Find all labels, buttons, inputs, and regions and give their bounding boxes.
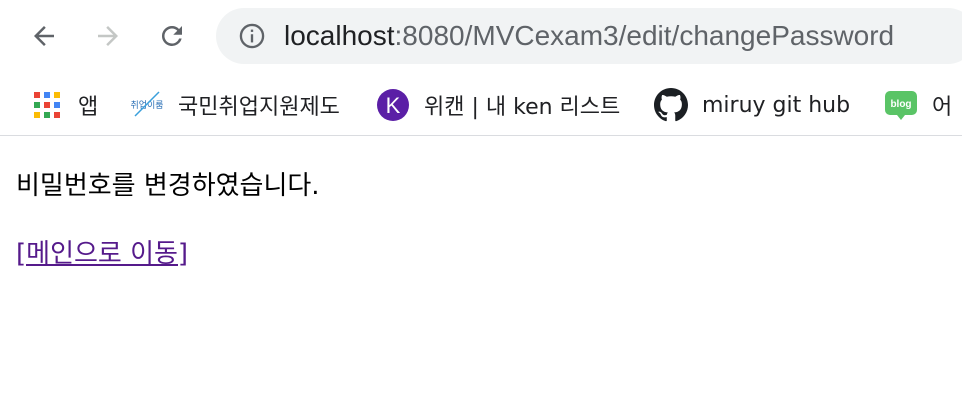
employment-logo-text: 취업이룸 bbox=[131, 100, 163, 111]
password-changed-message: 비밀번호를 변경하였습니다. bbox=[16, 171, 320, 201]
bookmark-blog[interactable]: blog 어 bbox=[884, 88, 952, 122]
bookmark-label: 앱 bbox=[78, 95, 99, 120]
arrow-left-icon bbox=[34, 26, 54, 46]
blog-icon: blog bbox=[884, 88, 918, 122]
github-icon bbox=[654, 88, 688, 122]
employment-logo-icon: 취업이룸 bbox=[130, 88, 164, 122]
apps-grid-icon bbox=[30, 88, 64, 122]
bookmark-label: 국민취업지원제도 bbox=[178, 95, 340, 120]
page-content: 비밀번호를 변경하였습니다. [메인으로 이동] bbox=[16, 166, 320, 272]
back-button[interactable] bbox=[24, 16, 64, 56]
k-logo-text: K bbox=[386, 93, 401, 118]
browser-toolbar: localhost:8080/MVCexam3/edit/changePassw… bbox=[0, 0, 962, 74]
address-bar[interactable]: localhost:8080/MVCexam3/edit/changePassw… bbox=[216, 8, 962, 64]
k-logo-icon: K bbox=[376, 88, 410, 122]
bookmark-label: 어 bbox=[932, 95, 953, 120]
bookmark-employment-support[interactable]: 취업이룸 국민취업지원제도 bbox=[130, 88, 340, 122]
arrow-right-icon bbox=[98, 26, 118, 46]
bookmark-wecan[interactable]: K 위캔 | 내 ken 리스트 bbox=[376, 88, 620, 122]
reload-icon bbox=[161, 25, 182, 46]
bookmark-apps[interactable]: 앱 bbox=[30, 88, 98, 122]
info-icon[interactable] bbox=[238, 22, 266, 50]
forward-button[interactable] bbox=[88, 16, 128, 56]
bookmark-github[interactable]: miruy git hub bbox=[654, 88, 850, 122]
url-text[interactable]: localhost:8080/MVCexam3/edit/changePassw… bbox=[284, 20, 894, 52]
go-to-main-link[interactable]: [메인으로 이동] bbox=[16, 236, 188, 272]
bookmark-label: 위캔 | 내 ken 리스트 bbox=[424, 95, 621, 120]
bookmarks-bar: 앱 취업이룸 국민취업지원제도 K 위캔 | 내 ken 리스트 miruy g… bbox=[0, 74, 962, 136]
bookmark-label: miruy git hub bbox=[702, 92, 851, 118]
reload-button[interactable] bbox=[152, 16, 192, 56]
url-host: localhost bbox=[284, 20, 395, 51]
url-path: :8080/MVCexam3/edit/changePassword bbox=[394, 20, 895, 51]
blog-icon-text: blog bbox=[890, 99, 911, 110]
